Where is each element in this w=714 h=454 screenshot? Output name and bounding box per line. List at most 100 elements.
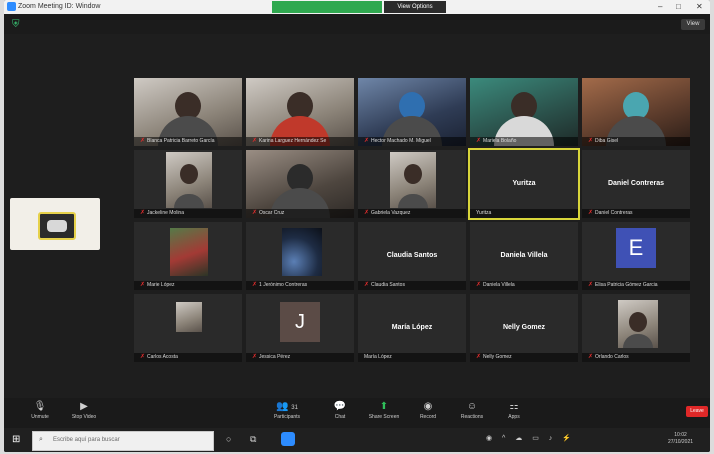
title-bar: Zoom Meeting ID: Window View Options – □… xyxy=(4,0,710,14)
share-screen-icon: ⬆ xyxy=(379,401,389,412)
muted-mic-icon: ✗ xyxy=(588,354,594,360)
end-meeting-button[interactable]: Leave xyxy=(686,406,708,417)
participant-name: ✗ Claudia Santos xyxy=(358,281,466,290)
cortana-icon[interactable]: ○ xyxy=(226,434,231,444)
participant-tile[interactable]: J ✗ Jessica Pérez xyxy=(246,294,354,362)
participant-name: ✗ Karina Larguez Hernández Se xyxy=(246,137,354,146)
participant-tile[interactable]: ✗ 1 Jerónimo Contreras xyxy=(246,222,354,290)
unmute-button[interactable]: 🎙 Unmute xyxy=(20,398,60,428)
maximize-icon[interactable]: □ xyxy=(676,2,681,11)
participant-name: ✗ Jackeline Molina xyxy=(134,209,242,218)
clock-date: 27/10/2021 xyxy=(668,439,694,445)
stop-video-label: Stop Video xyxy=(71,414,97,420)
reactions-label: Reactions xyxy=(460,414,484,420)
muted-mic-icon: ✗ xyxy=(364,210,370,216)
share-screen-label: Share Screen xyxy=(368,414,400,420)
muted-mic-icon: ✗ xyxy=(252,210,258,216)
participant-video xyxy=(390,152,436,208)
minimize-icon[interactable]: – xyxy=(658,2,662,11)
unmute-label: Unmute xyxy=(31,414,49,420)
task-view-icon[interactable]: ⧉ xyxy=(250,434,256,445)
participant-name-text: Claudia Santos xyxy=(371,282,405,288)
taskbar-clock[interactable]: 10:02 27/10/2021 xyxy=(668,432,693,446)
muted-mic-icon: ✗ xyxy=(252,354,258,360)
microphone-icon: 🎙 xyxy=(33,401,47,412)
participants-count: 31 xyxy=(291,405,298,411)
participant-tile[interactable]: ✗ Jackeline Molina xyxy=(134,150,242,218)
participant-tile[interactable]: E ✗ Elisa Patricia Gómez Garcia xyxy=(582,222,690,290)
participant-name-text: Yuritza xyxy=(476,210,492,216)
participant-name: Yuritza xyxy=(470,209,578,218)
participant-name-text: Gabriela Vazquez xyxy=(371,210,411,216)
participant-tile[interactable]: Daniel Contreras ✗ Daniel Contreras xyxy=(582,150,690,218)
participant-name: ✗ Daniel Contreras xyxy=(582,209,690,218)
participant-tile[interactable]: ✗ Marie López xyxy=(134,222,242,290)
participant-tile[interactable]: ✗ Blanca Patricia Barreto García xyxy=(134,78,242,146)
close-icon[interactable]: ✕ xyxy=(696,2,703,11)
participant-video xyxy=(623,334,653,348)
participant-name-text: Blanca Patricia Barreto García xyxy=(147,138,215,144)
shield-icon[interactable]: ⛨ xyxy=(12,19,20,30)
window-title: Zoom Meeting ID: Window xyxy=(18,3,101,10)
chat-button[interactable]: 💬 Chat xyxy=(320,398,360,428)
meeting-toolbar: 🎙 Unmute ▶ Stop Video 👥 31 Participants … xyxy=(4,398,710,428)
participant-tile[interactable]: ✗ Carlos Acosta xyxy=(134,294,242,362)
view-options-button[interactable]: View Options xyxy=(384,1,446,13)
participant-name-text: Jessica Pérez xyxy=(259,354,291,360)
participant-tile[interactable]: María López María López xyxy=(358,294,466,362)
participant-tile[interactable]: ✗ Diba Gisel xyxy=(582,78,690,146)
participants-button[interactable]: 👥 31 Participants xyxy=(264,398,310,428)
participant-video xyxy=(282,228,322,276)
participant-name-text: Diba Gisel xyxy=(595,138,619,144)
participant-name: ✗ Hector Machado M. Miguel xyxy=(358,137,466,146)
participant-tile[interactable]: ✗ Hector Machado M. Miguel xyxy=(358,78,466,146)
muted-mic-icon: ✗ xyxy=(588,282,594,288)
view-button[interactable]: View xyxy=(681,19,705,30)
self-view-thumbnail xyxy=(38,212,76,240)
participant-name: María López xyxy=(358,353,466,362)
participant-name: ✗ Mariela Bolaño xyxy=(470,137,578,146)
participant-tile[interactable]: Nelly Gomez ✗ Nelly Gomez xyxy=(470,294,578,362)
participant-name-text: Daniel Contreras xyxy=(595,210,633,216)
search-icon: ⌕ xyxy=(39,436,43,443)
active-speaker-tile[interactable]: Yuritza Yuritza xyxy=(468,148,580,220)
participant-name: ✗ Diba Gisel xyxy=(582,137,690,146)
floating-self-view[interactable] xyxy=(10,198,100,250)
participant-tile[interactable]: Daniela Villela ✗ Daniela Villela xyxy=(470,222,578,290)
participant-name-text: Mariela Bolaño xyxy=(483,138,517,144)
participant-tile[interactable]: ✗ Oscar Cruz xyxy=(246,150,354,218)
video-camera-icon: ▶ xyxy=(80,401,88,412)
participant-tile[interactable]: ✗ Karina Larguez Hernández Se xyxy=(246,78,354,146)
participant-video xyxy=(404,164,422,184)
participant-tile[interactable]: ✗ Mariela Bolaño xyxy=(470,78,578,146)
muted-mic-icon: ✗ xyxy=(588,210,594,216)
apps-button[interactable]: ⚏ Apps xyxy=(494,398,534,428)
os-taskbar: ⊞ ⌕ Escribe aquí para buscar ○ ⧉ ◉ ^ ☁ ▭… xyxy=(4,428,710,452)
reactions-button[interactable]: ☺ Reactions xyxy=(452,398,492,428)
participant-display-name: Daniel Contreras xyxy=(607,179,665,187)
participant-tile[interactable]: ✗ Gabriela Vazquez xyxy=(358,150,466,218)
screen-share-indicator[interactable] xyxy=(272,1,382,13)
participant-name-text: Nelly Gomez xyxy=(483,354,512,360)
taskbar-search-input[interactable]: ⌕ Escribe aquí para buscar xyxy=(32,431,214,451)
chat-icon: 💬 xyxy=(333,401,347,412)
participant-video xyxy=(176,302,202,332)
participant-tile[interactable]: ✗ Orlando Carlos xyxy=(582,294,690,362)
system-tray[interactable]: ◉ ^ ☁ ▭ ♪ ⚡ xyxy=(486,434,575,442)
zoom-taskbar-icon[interactable] xyxy=(281,432,295,446)
record-button[interactable]: ◉ Record xyxy=(408,398,448,428)
windows-start-icon[interactable]: ⊞ xyxy=(12,434,20,445)
participant-tile[interactable]: Claudia Santos ✗ Claudia Santos xyxy=(358,222,466,290)
participant-name: ✗ Marie López xyxy=(134,281,242,290)
stop-video-button[interactable]: ▶ Stop Video xyxy=(64,398,104,428)
participant-display-name: Nelly Gomez xyxy=(502,323,545,331)
clock-time: 10:02 xyxy=(674,432,687,438)
participant-avatar: E xyxy=(616,228,656,268)
participant-name-text: Hector Machado M. Miguel xyxy=(371,138,431,144)
participant-display-name: Claudia Santos xyxy=(386,251,438,259)
share-screen-button[interactable]: ⬆ Share Screen xyxy=(364,398,404,428)
muted-mic-icon: ✗ xyxy=(364,138,370,144)
muted-mic-icon: ✗ xyxy=(476,354,482,360)
participant-name-text: María López xyxy=(364,354,392,360)
participant-video xyxy=(398,194,428,208)
